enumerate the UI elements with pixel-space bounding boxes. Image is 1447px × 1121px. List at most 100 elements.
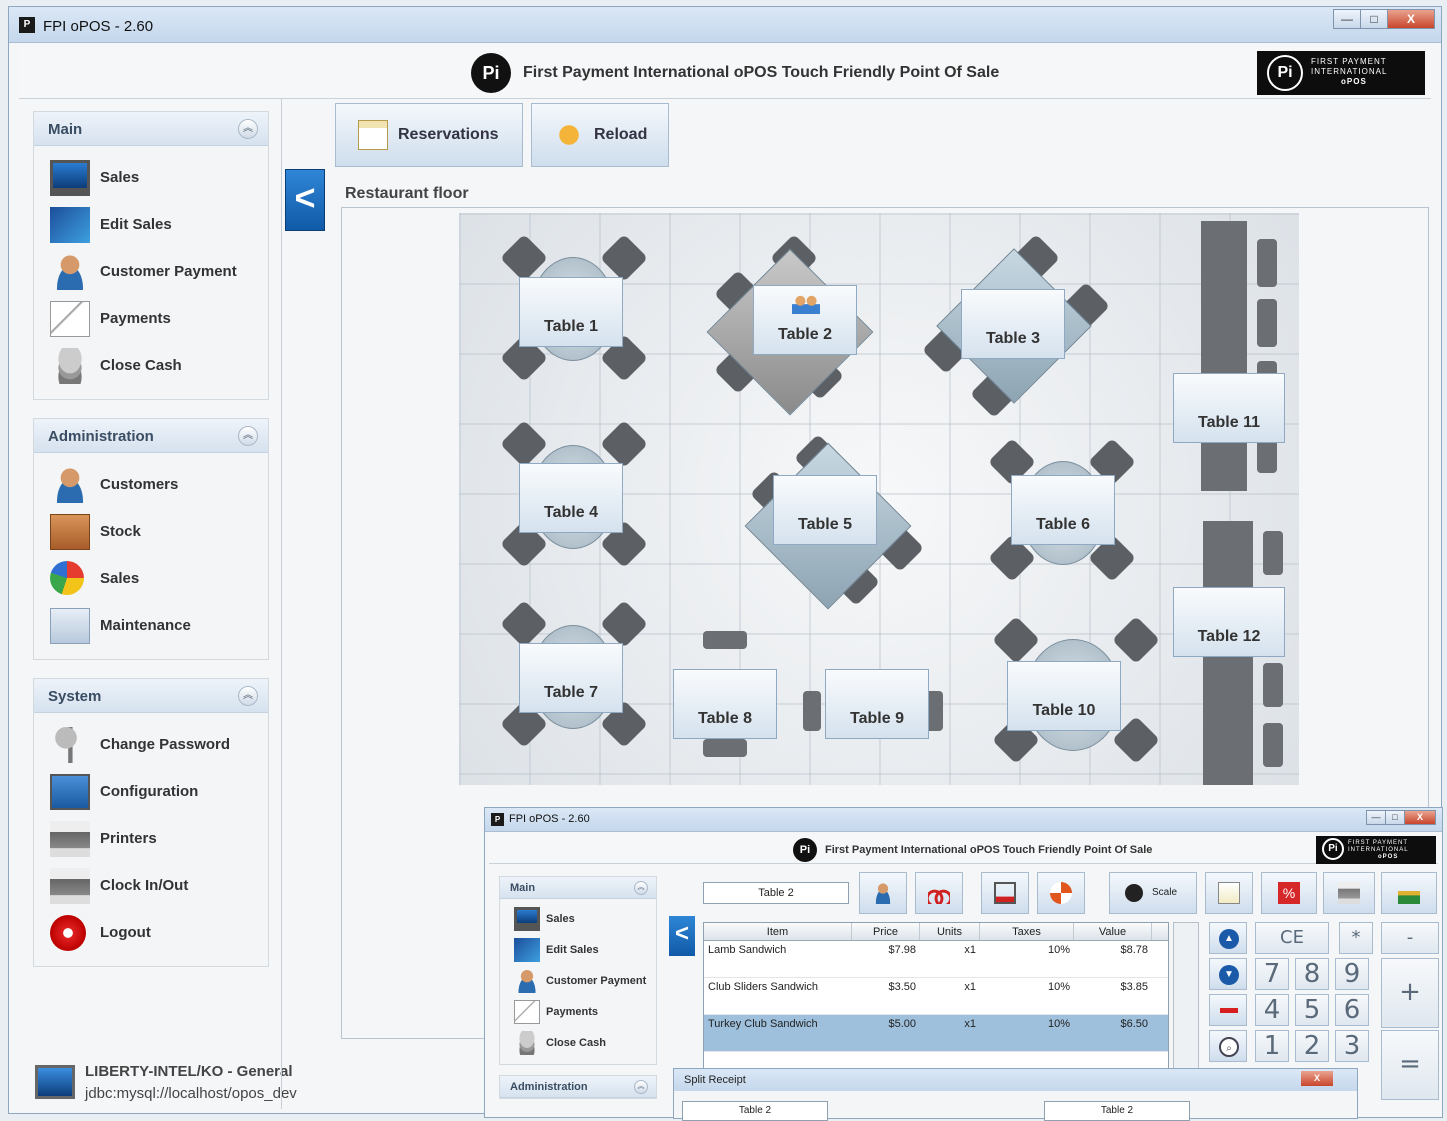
ticket-scrollbar[interactable] [1173,922,1199,1072]
key-8[interactable]: 8 [1295,958,1329,990]
sidebar-item-admin-sales[interactable]: Sales [34,555,268,602]
sidebar-item-change-password[interactable]: Change Password [34,721,268,768]
key-multiply[interactable]: * [1339,922,1373,954]
inset-sidebar-item-payments[interactable]: Payments [500,996,656,1027]
table-label: Table 8 [698,710,752,727]
title-bar[interactable]: P FPI oPOS - 2.60 — □ X [9,7,1441,43]
remove-line-button[interactable] [1209,994,1247,1026]
minimize-button[interactable]: — [1333,9,1361,29]
sidebar-item-payments[interactable]: Payments [34,295,268,342]
split-receipt-title-bar[interactable]: Split Receipt X [674,1069,1357,1091]
maximize-button[interactable]: □ [1360,9,1388,29]
cash-icon [1398,882,1420,904]
inset-main-panel-header[interactable]: Main ︽ [500,877,656,899]
collapse-icon[interactable]: ︽ [634,881,648,895]
collapse-icon[interactable]: ︽ [238,119,258,139]
table-2[interactable]: Table 2 [753,285,857,355]
key-6[interactable]: 6 [1335,994,1369,1026]
table-6[interactable]: Table 6 [1011,475,1115,545]
table-row[interactable]: Lamb Sandwich $7.98 x1 10% $8.78 [704,941,1168,978]
sidebar-item-configuration[interactable]: Configuration [34,768,268,815]
key-4[interactable]: 4 [1255,994,1289,1026]
close-button[interactable]: X [1404,810,1436,825]
customer-button[interactable] [859,872,907,914]
key-5[interactable]: 5 [1295,994,1329,1026]
delete-line-button[interactable] [981,872,1029,914]
key-1[interactable]: 1 [1255,1030,1289,1062]
sidebar-item-close-cash[interactable]: Close Cash [34,342,268,389]
table-row[interactable]: Club Sliders Sandwich $3.50 x1 10% $3.85 [704,978,1168,1015]
collapse-icon[interactable]: ︽ [634,1080,648,1094]
status-host: LIBERTY-INTEL/KO - General [85,1063,293,1080]
table-1[interactable]: Table 1 [519,277,623,347]
chair [703,739,747,757]
key-9[interactable]: 9 [1335,958,1369,990]
close-button[interactable]: X [1387,9,1435,29]
table-7[interactable]: Table 7 [519,643,623,713]
bar-stool [1263,531,1283,575]
table-9[interactable]: Table 9 [825,669,929,739]
key-ce[interactable]: CE [1255,922,1329,954]
inset-sidebar-item-customer-payment[interactable]: Customer Payment [500,965,656,996]
table-label: Table 7 [544,684,598,701]
key-minus[interactable]: - [1381,922,1439,954]
table-3[interactable]: Table 3 [961,289,1065,359]
brand-logo: Pi FIRST PAYMENT INTERNATIONAL oPOS [1316,836,1436,864]
split-button[interactable] [915,872,963,914]
maximize-button[interactable]: □ [1385,810,1405,825]
payment-button[interactable] [1381,872,1437,914]
table-11[interactable]: Table 11 [1173,373,1285,443]
refresh-button[interactable] [1037,872,1085,914]
table-row-selected[interactable]: Turkey Club Sandwich $5.00 x1 10% $6.50 [704,1015,1168,1052]
sidebar-item-customers[interactable]: Customers [34,461,268,508]
search-product-button[interactable]: ⌕ [1209,1030,1247,1062]
table-label: Table 3 [986,330,1040,347]
inset-sidebar-item-sales[interactable]: Sales [500,903,656,934]
sidebar-item-edit-sales[interactable]: Edit Sales [34,201,268,248]
split-left-table-field[interactable]: Table 2 [682,1101,828,1121]
sidebar-item-label: Edit Sales [546,944,599,956]
pi-logo-icon: Pi [471,53,511,93]
inset-sidebar-item-edit-sales[interactable]: Edit Sales [500,934,656,965]
minimize-button[interactable]: — [1366,810,1386,825]
close-button[interactable]: X [1301,1071,1333,1086]
discount-button[interactable]: % [1261,872,1317,914]
sidebar-item-stock[interactable]: Stock [34,508,268,555]
split-right-table-field[interactable]: Table 2 [1044,1101,1190,1121]
inset-sidebar-item-close-cash[interactable]: Close Cash [500,1027,656,1058]
main-panel-header[interactable]: Main ︽ [34,112,268,146]
inset-title-bar[interactable]: P FPI oPOS - 2.60 — □ X [485,808,1442,832]
collapse-sidebar-button[interactable]: < [285,169,325,231]
system-panel-header[interactable]: System ︽ [34,679,268,713]
scale-button[interactable]: Scale [1109,872,1197,914]
collapse-icon[interactable]: ︽ [238,686,258,706]
table-4[interactable]: Table 4 [519,463,623,533]
line-down-button[interactable]: ▼ [1209,958,1247,990]
sidebar-item-customer-payment[interactable]: Customer Payment [34,248,268,295]
sidebar-item-label: Sales [546,913,575,925]
key-plus[interactable]: + [1381,958,1439,1028]
table-8[interactable]: Table 8 [673,669,777,739]
sidebar-item-sales[interactable]: Sales [34,154,268,201]
sidebar-item-printers[interactable]: Printers [34,815,268,862]
sidebar-item-logout[interactable]: Logout [34,909,268,956]
collapse-icon[interactable]: ︽ [238,426,258,446]
line-up-button[interactable]: ▲ [1209,922,1247,954]
notes-button[interactable] [1205,872,1253,914]
key-3[interactable]: 3 [1335,1030,1369,1062]
key-equals[interactable]: = [1381,1030,1439,1100]
collapse-sidebar-button[interactable]: < [669,916,695,956]
table-5[interactable]: Table 5 [773,475,877,545]
sidebar-item-maintenance[interactable]: Maintenance [34,602,268,649]
table-12[interactable]: Table 12 [1173,587,1285,657]
administration-panel-header[interactable]: Administration ︽ [34,419,268,453]
reload-button[interactable]: Reload [531,103,669,167]
print-button[interactable] [1323,872,1375,914]
reservations-button[interactable]: Reservations [335,103,523,167]
sidebar-item-clock-in-out[interactable]: Clock In/Out [34,862,268,909]
key-7[interactable]: 7 [1255,958,1289,990]
inset-admin-panel-header[interactable]: Administration ︽ [500,1076,656,1098]
table-10[interactable]: Table 10 [1007,661,1121,731]
key-2[interactable]: 2 [1295,1030,1329,1062]
table-name-field[interactable]: Table 2 [703,882,849,904]
